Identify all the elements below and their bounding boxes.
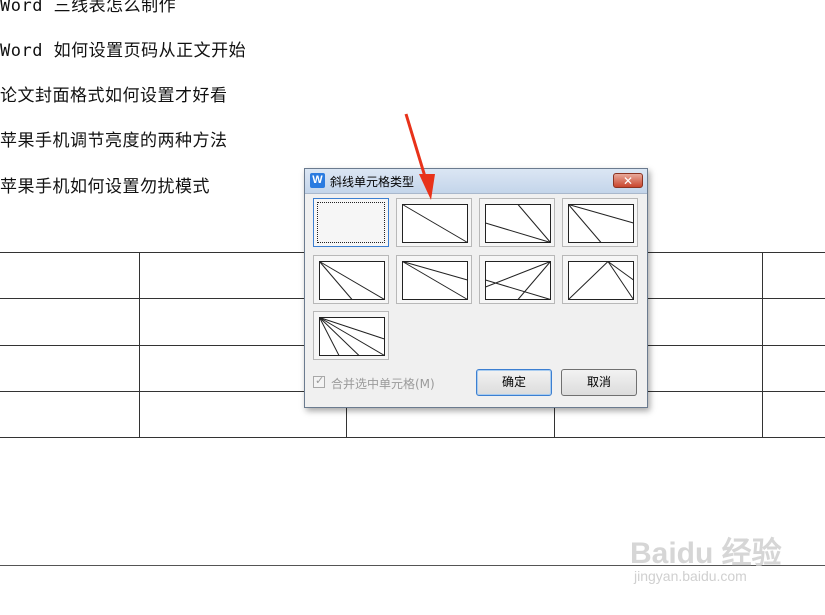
doc-line-2: Word 如何设置页码从正文开始: [0, 41, 247, 61]
diagonal-preview: [402, 261, 468, 300]
doc-line-5: 苹果手机如何设置勿扰模式: [0, 177, 210, 197]
table-border: [139, 252, 140, 438]
diagonal-option-three-lines-a[interactable]: [479, 255, 555, 304]
annotation-arrow-icon: [404, 113, 435, 200]
doc-line-3: 论文封面格式如何设置才好看: [0, 86, 228, 106]
diagonal-preview: [402, 204, 468, 243]
diagonal-preview: [568, 204, 634, 243]
diagonal-option-two-lines-a[interactable]: [479, 198, 555, 247]
diagonal-option-none[interactable]: [313, 198, 389, 247]
merge-cells-checkbox[interactable]: ✓: [313, 374, 325, 388]
merge-cells-label: 合并选中单元格(M): [331, 377, 435, 391]
diagonal-option-fan-four-lines[interactable]: [313, 311, 389, 360]
doc-line-4: 苹果手机调节亮度的两种方法: [0, 131, 228, 151]
watermark-url: jingyan.baidu.com: [634, 568, 747, 584]
dialog-titlebar[interactable]: W 斜线单元格类型 ✕: [305, 169, 647, 194]
table-border: [762, 252, 763, 438]
selection-focus-outline: [317, 202, 385, 243]
cancel-button[interactable]: 取消: [561, 369, 637, 396]
diagonal-option-two-lines-c[interactable]: [313, 255, 389, 304]
baidu-logo: Baidu 经验: [630, 537, 782, 570]
diagonal-preview: [485, 261, 551, 300]
diagonal-option-two-lines-b[interactable]: [562, 198, 638, 247]
diagonal-preview: [319, 317, 385, 356]
diagonal-option-two-lines-d[interactable]: [396, 255, 472, 304]
diagonal-preview: [485, 204, 551, 243]
diagonal-option-three-lines-b[interactable]: [562, 255, 638, 304]
table-border: [0, 437, 825, 438]
doc-line-1: Word 三线表怎么制作: [0, 0, 177, 16]
wps-writer-icon: W: [310, 173, 325, 188]
diagonal-preview: [319, 261, 385, 300]
close-button[interactable]: ✕: [613, 173, 643, 188]
checkmark-icon: ✓: [315, 374, 325, 387]
ok-button[interactable]: 确定: [476, 369, 552, 396]
diagonal-preview: [568, 261, 634, 300]
